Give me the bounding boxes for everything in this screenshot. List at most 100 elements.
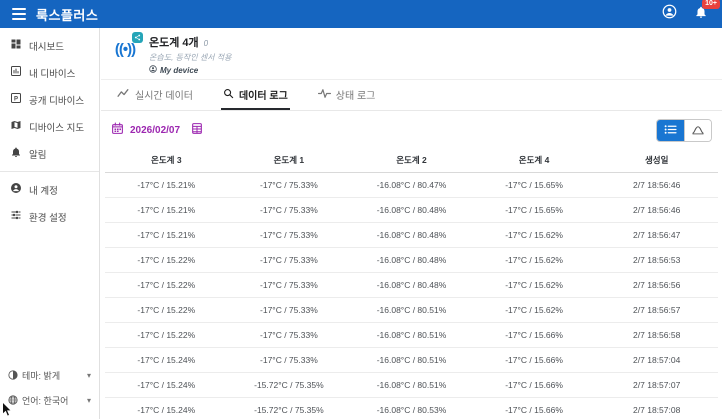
- sidebar-item-public-devices[interactable]: P 공개 디바이스: [0, 86, 99, 113]
- table-cell: -17°C / 15.62%: [473, 223, 596, 248]
- table-cell: -17°C / 75.33%: [228, 173, 351, 198]
- table-cell: -17°C / 15.21%: [105, 223, 228, 248]
- shared-icon: [132, 32, 143, 43]
- sidebar-item-label: 내 계정: [29, 183, 58, 197]
- table-cell: -17°C / 75.33%: [228, 323, 351, 348]
- table-cell: -17°C / 75.33%: [228, 248, 351, 273]
- menu-icon[interactable]: [12, 8, 26, 20]
- device-header: ((•)) 온도계 4개 0 온습도, 동작인 센서 적용 My device: [101, 28, 722, 79]
- table-cell: -15.72°C / 75.35%: [228, 373, 351, 398]
- table-cell: -17°C / 15.22%: [105, 323, 228, 348]
- map-icon: [10, 119, 22, 134]
- table-row: -17°C / 15.21%-17°C / 75.33%-16.08°C / 8…: [105, 223, 718, 248]
- table-cell: -16.08°C / 80.48%: [350, 273, 473, 298]
- device-avatar: ((•)): [107, 34, 143, 64]
- column-header: 온도계 3: [105, 148, 228, 173]
- column-header: 온도계 2: [350, 148, 473, 173]
- table-row: -17°C / 15.24%-17°C / 75.33%-16.08°C / 8…: [105, 348, 718, 373]
- table-cell: -16.08°C / 80.51%: [350, 373, 473, 398]
- tab-bar: 실시간 데이터 데이터 로그 상태 로그: [101, 79, 722, 111]
- account-icon: [662, 4, 677, 24]
- table-cell: -17°C / 15.24%: [105, 348, 228, 373]
- sidebar-item-settings[interactable]: 환경 설정: [0, 203, 99, 230]
- table-cell: 2/7 18:56:47: [595, 223, 718, 248]
- chart-view-button[interactable]: [684, 120, 711, 141]
- list-view-button[interactable]: [657, 120, 684, 141]
- table-cell: -15.72°C / 75.35%: [228, 398, 351, 419]
- table-cell: -17°C / 75.33%: [228, 348, 351, 373]
- device-chart-icon: [10, 65, 22, 80]
- table-cell: -16.08°C / 80.51%: [350, 323, 473, 348]
- sidebar-item-notifications[interactable]: 알림: [0, 140, 99, 167]
- account-button[interactable]: [660, 5, 678, 23]
- owner-icon: [149, 65, 157, 75]
- bell-icon: [10, 146, 22, 161]
- tab-label: 상태 로그: [336, 87, 376, 102]
- column-header: 온도계 1: [228, 148, 351, 173]
- person-icon: [10, 182, 22, 197]
- device-name: 온도계 4개: [149, 34, 199, 50]
- sidebar: 대시보드 내 디바이스 P 공개 디바이스 디바이스 지도 알림 내 계정 환경…: [0, 28, 100, 419]
- table-cell: -17°C / 15.66%: [473, 323, 596, 348]
- column-header: 생성일: [595, 148, 718, 173]
- table-cell: -17°C / 15.22%: [105, 248, 228, 273]
- date-picker[interactable]: 2026/02/07: [111, 122, 180, 140]
- globe-icon: [8, 395, 18, 407]
- tune-icon: [10, 209, 22, 224]
- sidebar-item-label: 대시보드: [29, 39, 64, 53]
- list-icon: [664, 122, 677, 140]
- table-row: -17°C / 15.21%-17°C / 75.33%-16.08°C / 8…: [105, 173, 718, 198]
- tab-label: 데이터 로그: [239, 87, 288, 102]
- table-cell: -17°C / 15.66%: [473, 398, 596, 419]
- table-cell: -17°C / 15.22%: [105, 298, 228, 323]
- table-cell: -17°C / 15.62%: [473, 273, 596, 298]
- tab-data-log[interactable]: 데이터 로그: [221, 80, 290, 110]
- notifications-button[interactable]: 10+: [692, 5, 710, 23]
- table-cell: -16.08°C / 80.48%: [350, 248, 473, 273]
- sidebar-item-dashboard[interactable]: 대시보드: [0, 32, 99, 59]
- chevron-down-icon: ▾: [87, 396, 91, 405]
- table-cell: 2/7 18:57:08: [595, 398, 718, 419]
- device-ownership-label: My device: [160, 66, 198, 75]
- table-cell: -16.08°C / 80.48%: [350, 198, 473, 223]
- theme-label: 테마: 밝게: [22, 369, 60, 382]
- table-cell: -17°C / 15.62%: [473, 298, 596, 323]
- line-chart-icon: [117, 88, 130, 102]
- table-row: -17°C / 15.24%-15.72°C / 75.35%-16.08°C …: [105, 398, 718, 419]
- language-selector[interactable]: 언어: 한국어 ▾: [0, 388, 99, 413]
- broadcast-icon: ((•)): [115, 41, 135, 58]
- table-cell: -17°C / 15.62%: [473, 248, 596, 273]
- table-cell: -17°C / 75.33%: [228, 298, 351, 323]
- table-cell: -17°C / 15.66%: [473, 348, 596, 373]
- table-cell: -16.08°C / 80.53%: [350, 398, 473, 419]
- table-row: -17°C / 15.22%-17°C / 75.33%-16.08°C / 8…: [105, 273, 718, 298]
- sidebar-item-device-map[interactable]: 디바이스 지도: [0, 113, 99, 140]
- table-cell: -17°C / 75.33%: [228, 223, 351, 248]
- tab-realtime-data[interactable]: 실시간 데이터: [115, 80, 195, 110]
- svg-text:P: P: [14, 96, 18, 102]
- sidebar-item-my-devices[interactable]: 내 디바이스: [0, 59, 99, 86]
- tab-label: 실시간 데이터: [135, 87, 193, 102]
- dashboard-icon: [10, 38, 22, 53]
- table-cell: -17°C / 75.33%: [228, 273, 351, 298]
- column-header: 온도계 4: [473, 148, 596, 173]
- language-label: 언어: 한국어: [22, 394, 68, 407]
- tab-status-log[interactable]: 상태 로그: [316, 80, 378, 110]
- table-cell: -17°C / 15.22%: [105, 273, 228, 298]
- chevron-down-icon: ▾: [87, 371, 91, 380]
- notification-count-badge: 10+: [702, 0, 720, 9]
- device-description: 온습도, 동작인 센서 적용: [149, 52, 232, 63]
- table-cell: -16.08°C / 80.51%: [350, 298, 473, 323]
- table-row: -17°C / 15.24%-15.72°C / 75.35%-16.08°C …: [105, 373, 718, 398]
- export-table-icon: [190, 122, 204, 140]
- table-row: -17°C / 15.22%-17°C / 75.33%-16.08°C / 8…: [105, 323, 718, 348]
- export-table-button[interactable]: [190, 122, 204, 140]
- top-app-bar: 룩스플러스 10+: [0, 0, 722, 28]
- table-row: -17°C / 15.22%-17°C / 75.33%-16.08°C / 8…: [105, 248, 718, 273]
- theme-selector[interactable]: 테마: 밝게 ▾: [0, 363, 99, 388]
- table-row: -17°C / 15.22%-17°C / 75.33%-16.08°C / 8…: [105, 298, 718, 323]
- sidebar-item-label: 공개 디바이스: [29, 93, 84, 107]
- pulse-icon: [318, 88, 331, 102]
- sidebar-item-my-account[interactable]: 내 계정: [0, 176, 99, 203]
- sidebar-item-label: 디바이스 지도: [29, 120, 84, 134]
